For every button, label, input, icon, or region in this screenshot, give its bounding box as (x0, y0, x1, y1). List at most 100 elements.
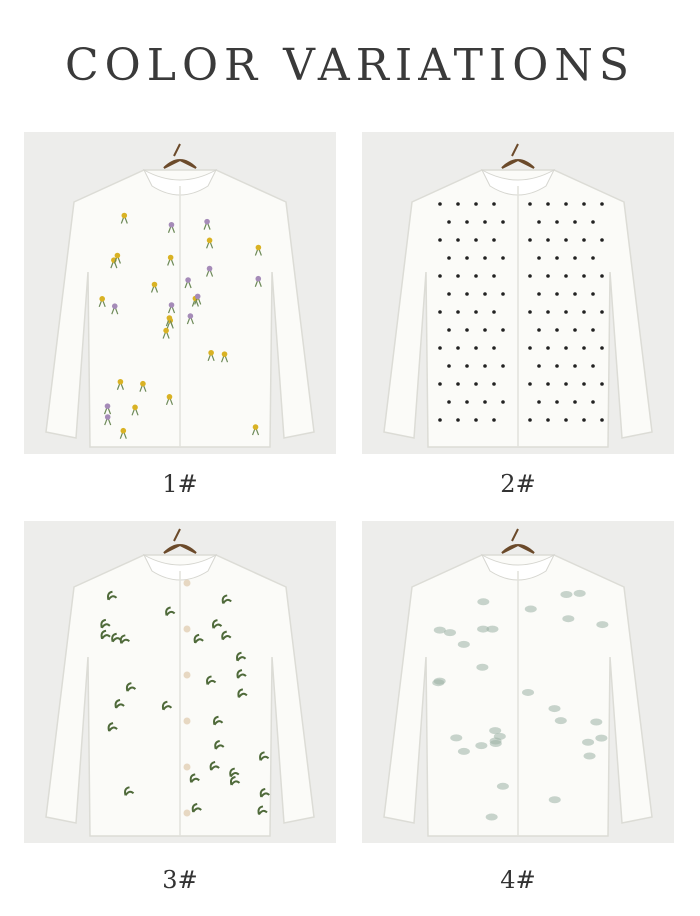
dot-motif (456, 238, 460, 242)
dot-motif (501, 220, 505, 224)
flower-motif (255, 275, 262, 282)
floral-motif (582, 738, 595, 746)
dot-motif (600, 346, 604, 350)
shirt-image-variant-4[interactable] (362, 521, 674, 843)
dot-motif (582, 274, 586, 278)
dot-motif (492, 238, 496, 242)
dot-motif (600, 202, 604, 206)
dot-motif (528, 346, 532, 350)
flower-motif (104, 414, 111, 420)
shirt-image-variant-2[interactable] (362, 132, 674, 454)
dot-motif (447, 292, 451, 296)
dot-motif (474, 346, 478, 350)
dot-motif (564, 382, 568, 386)
dot-motif (528, 310, 532, 314)
floral-motif (590, 718, 603, 726)
shirt-illustration (24, 132, 336, 454)
floral-motif (595, 734, 608, 742)
dot-motif (456, 382, 460, 386)
flower-motif (206, 237, 213, 244)
dot-motif (591, 292, 595, 296)
dot-motif (465, 220, 469, 224)
dot-motif (456, 202, 460, 206)
variant-label-2: 2# (500, 470, 536, 498)
dot-motif (555, 220, 559, 224)
floral-motif (477, 598, 490, 606)
shirt-image-variant-3[interactable] (24, 521, 336, 843)
flower-motif (194, 293, 201, 300)
shirt-illustration (362, 132, 674, 454)
floral-motif (554, 717, 567, 725)
flower-motif (255, 244, 262, 251)
dot-motif (501, 364, 505, 368)
flower-motif (168, 221, 175, 228)
dot-motif (546, 202, 550, 206)
dot-motif (591, 220, 595, 224)
flower-motif (117, 378, 124, 385)
flower-motif (166, 315, 173, 321)
dot-motif (447, 400, 451, 404)
dot-motif (501, 400, 505, 404)
dot-motif (591, 256, 595, 260)
dot-motif (564, 310, 568, 314)
dot-motif (600, 382, 604, 386)
flower-motif (168, 302, 175, 308)
dot-motif (555, 400, 559, 404)
flower-motif (167, 254, 174, 261)
dot-motif (501, 328, 505, 332)
floral-motif (489, 737, 502, 745)
dot-motif (564, 202, 568, 206)
dot-motif (474, 418, 478, 422)
floral-motif (450, 734, 463, 742)
dot-motif (573, 364, 577, 368)
dot-motif (537, 256, 541, 260)
dot-motif (600, 310, 604, 314)
floral-motif (475, 742, 488, 750)
floral-motif (457, 640, 470, 648)
floral-motif (548, 796, 561, 804)
dot-motif (483, 328, 487, 332)
flower-motif (114, 252, 121, 259)
flower-motif (187, 313, 194, 319)
flower-motif (104, 403, 111, 409)
variant-label-4: 4# (500, 866, 536, 894)
dot-motif (591, 328, 595, 332)
dot-motif (555, 328, 559, 332)
flower-motif (166, 394, 173, 400)
dot-motif (528, 274, 532, 278)
shirt-illustration (24, 521, 336, 843)
dot-motif (438, 310, 442, 314)
floral-motif (573, 589, 586, 597)
flower-motif (99, 296, 105, 302)
dot-motif (546, 346, 550, 350)
flower-motif (132, 404, 138, 411)
floral-motif (443, 629, 456, 637)
dot-motif (465, 364, 469, 368)
flower-motif (120, 427, 127, 434)
flower-motif (206, 265, 213, 272)
dot-motif (447, 220, 451, 224)
dot-motif (492, 346, 496, 350)
dot-motif (483, 292, 487, 296)
dot-motif (582, 382, 586, 386)
floral-motif (496, 782, 509, 790)
dot-motif (537, 292, 541, 296)
dot-motif (483, 400, 487, 404)
dot-motif (447, 364, 451, 368)
dot-motif (447, 256, 451, 260)
floral-motif (432, 679, 445, 687)
floral-motif (522, 688, 535, 696)
dot-motif (573, 328, 577, 332)
dot-motif (438, 418, 442, 422)
dot-motif (546, 418, 550, 422)
dot-motif (582, 418, 586, 422)
flower-motif (140, 380, 146, 387)
dot-motif (573, 220, 577, 224)
dot-motif (456, 310, 460, 314)
dot-motif (555, 292, 559, 296)
dot-motif (492, 202, 496, 206)
floral-motif (548, 705, 561, 713)
flower-motif (221, 351, 228, 357)
shirt-image-variant-1[interactable] (24, 132, 336, 454)
flower-motif (204, 218, 210, 225)
